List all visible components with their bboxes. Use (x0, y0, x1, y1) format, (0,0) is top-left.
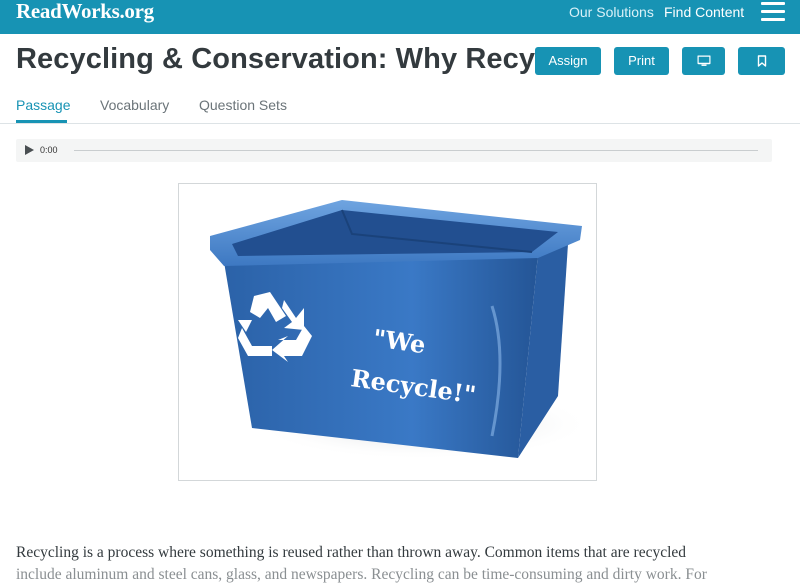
bookmark-icon (757, 55, 766, 67)
play-icon[interactable] (25, 145, 34, 155)
hamburger-menu-icon[interactable] (761, 1, 785, 21)
content-tabs: Passage Vocabulary Question Sets (0, 86, 800, 124)
passage-image-frame: "We Recycle!" (178, 183, 597, 481)
tab-vocabulary[interactable]: Vocabulary (100, 97, 169, 113)
tab-question-sets[interactable]: Question Sets (199, 97, 287, 113)
print-button[interactable]: Print (614, 47, 669, 75)
audio-progress-track[interactable] (74, 150, 758, 151)
passage-text: Recycling is a process where something i… (16, 542, 786, 586)
nav-our-solutions[interactable]: Our Solutions (569, 4, 654, 20)
audio-player: 0:00 (16, 139, 772, 162)
readworks-logo[interactable]: ReadWorks.org (16, 0, 154, 24)
save-button[interactable] (738, 47, 785, 75)
assign-button[interactable]: Assign (535, 47, 601, 75)
top-navigation-bar: ReadWorks.org Our Solutions Find Content (0, 0, 800, 34)
passage-line: include aluminum and steel cans, glass, … (16, 566, 707, 583)
present-button[interactable] (682, 47, 725, 75)
audio-time: 0:00 (40, 145, 58, 155)
recycling-bin-illustration: "We Recycle!" (210, 200, 592, 460)
tab-passage[interactable]: Passage (16, 97, 70, 113)
active-tab-indicator (16, 120, 67, 123)
passage-line: Recycling is a process where something i… (16, 544, 687, 561)
passage-image: "We Recycle!" (192, 196, 592, 468)
monitor-icon (697, 55, 710, 66)
page-title: Recycling & Conservation: Why Recycle? (16, 43, 594, 75)
nav-find-content[interactable]: Find Content (664, 4, 744, 20)
